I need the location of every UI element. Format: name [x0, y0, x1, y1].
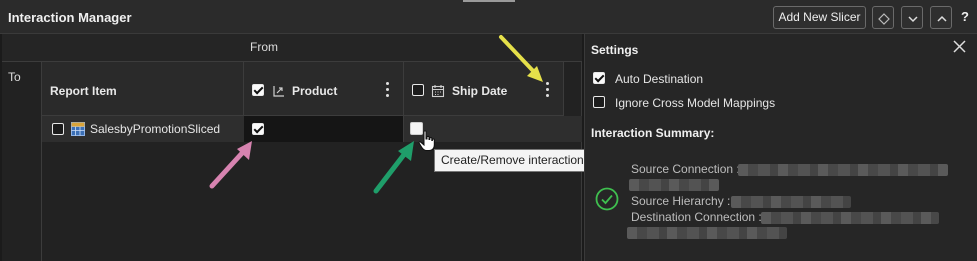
check-circle-icon	[595, 187, 619, 211]
source-hierarchy-value-redacted	[731, 196, 851, 208]
source-connection-value-redacted-2	[629, 179, 719, 191]
settings-panel: Settings Auto Destination Ignore Cross M…	[584, 34, 977, 261]
source-connection-value-redacted	[738, 164, 948, 176]
close-icon[interactable]	[953, 40, 966, 53]
green-arrow-icon	[373, 141, 414, 194]
destination-connection-value-redacted	[761, 212, 939, 224]
ignore-cross-model-label: Ignore Cross Model Mappings	[615, 96, 776, 110]
yellow-arrow-icon	[499, 35, 543, 82]
tooltip: Create/Remove interaction	[434, 149, 589, 172]
settings-title: Settings	[591, 43, 639, 57]
pink-arrow-icon	[209, 141, 252, 189]
source-hierarchy-label: Source Hierarchy :	[631, 194, 731, 208]
auto-destination-checkbox[interactable]	[593, 72, 605, 84]
interaction-summary-title: Interaction Summary:	[591, 126, 715, 140]
auto-destination-label: Auto Destination	[615, 72, 704, 86]
ignore-cross-model-checkbox[interactable]	[593, 96, 605, 108]
destination-connection-label: Destination Connection :	[631, 210, 762, 224]
source-connection-label: Source Connection :	[631, 162, 740, 176]
destination-connection-value-redacted-2	[627, 227, 787, 239]
